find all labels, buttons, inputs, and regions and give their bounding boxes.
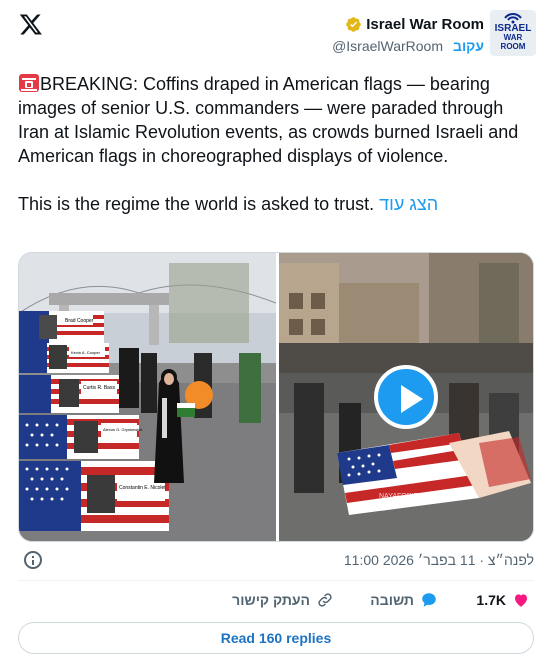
info-icon[interactable] <box>24 551 42 569</box>
divider <box>18 580 534 581</box>
follow-button[interactable]: עקוב <box>453 38 484 54</box>
tweet-meta: 11:00 לפנה״צ · 11 בפבר׳ 2026 <box>18 550 534 572</box>
timestamp[interactable]: 11:00 לפנה״צ · 11 בפבר׳ 2026 <box>344 552 534 568</box>
show-more-link[interactable]: הצג עוד <box>379 194 438 214</box>
reply-label: תשובה <box>370 592 414 608</box>
video-flag-burning[interactable]: NAYAFORIRAQ <box>279 253 533 541</box>
media-grid: Brad Cooper Kevin A. Cooper Curtis R. Ba… <box>18 252 534 542</box>
author-block: Israel War Room @IsraelWarRoom עקוב <box>332 14 484 55</box>
heart-icon <box>515 594 527 607</box>
coffins-photo-image: Brad Cooper Kevin A. Cooper Curtis R. Ba… <box>19 253 276 541</box>
author-handle[interactable]: @IsraelWarRoom <box>332 38 443 54</box>
avatar-text-war-room: WAR ROOM <box>500 33 526 51</box>
author-name[interactable]: Israel War Room <box>366 16 484 33</box>
like-button[interactable]: 1.7K <box>476 591 530 609</box>
photo-coffins[interactable]: Brad Cooper Kevin A. Cooper Curtis R. Ba… <box>19 253 276 541</box>
coffin-label-1: Brad Cooper <box>65 318 94 324</box>
video-watermark: NAYAFORIRAQ <box>379 493 429 500</box>
tweet-header: Israel War Room @IsraelWarRoom עקוב ISRA… <box>0 0 548 60</box>
tweet-body-text: BREAKING: Coffins draped in American fla… <box>18 74 519 166</box>
like-count: 1.7K <box>476 592 506 608</box>
copy-link-button[interactable]: העתק קישור <box>232 591 334 609</box>
play-icon <box>401 385 423 413</box>
avatar-text-israel: ISRAEL <box>494 23 532 34</box>
coffin-label-4: Alexus G. Grynkewich <box>103 427 142 432</box>
reply-button[interactable]: תשובה <box>370 591 438 609</box>
siren-emoji-icon <box>19 74 39 92</box>
action-bar: 1.7K תשובה העתק קישור <box>18 588 534 614</box>
coffin-label-2: Kevin A. Cooper <box>71 350 101 355</box>
read-replies-button[interactable]: Read 160 replies <box>18 622 534 654</box>
copy-link-label: העתק קישור <box>232 592 310 608</box>
coffin-label-3: Curtis R. Bass <box>83 385 115 391</box>
reply-bubble-icon <box>422 593 436 607</box>
x-logo-icon[interactable] <box>18 12 44 36</box>
avatar[interactable]: ISRAEL WAR ROOM <box>490 10 536 56</box>
play-button[interactable] <box>374 365 438 429</box>
coffin-label-5: Constantin E. Nicolet <box>119 485 166 491</box>
verified-badge-icon <box>346 16 361 32</box>
tweet-text: BREAKING: Coffins draped in American fla… <box>18 72 538 216</box>
tweet-body-text-2: This is the regime the world is asked to… <box>18 194 375 214</box>
link-icon <box>318 593 332 607</box>
